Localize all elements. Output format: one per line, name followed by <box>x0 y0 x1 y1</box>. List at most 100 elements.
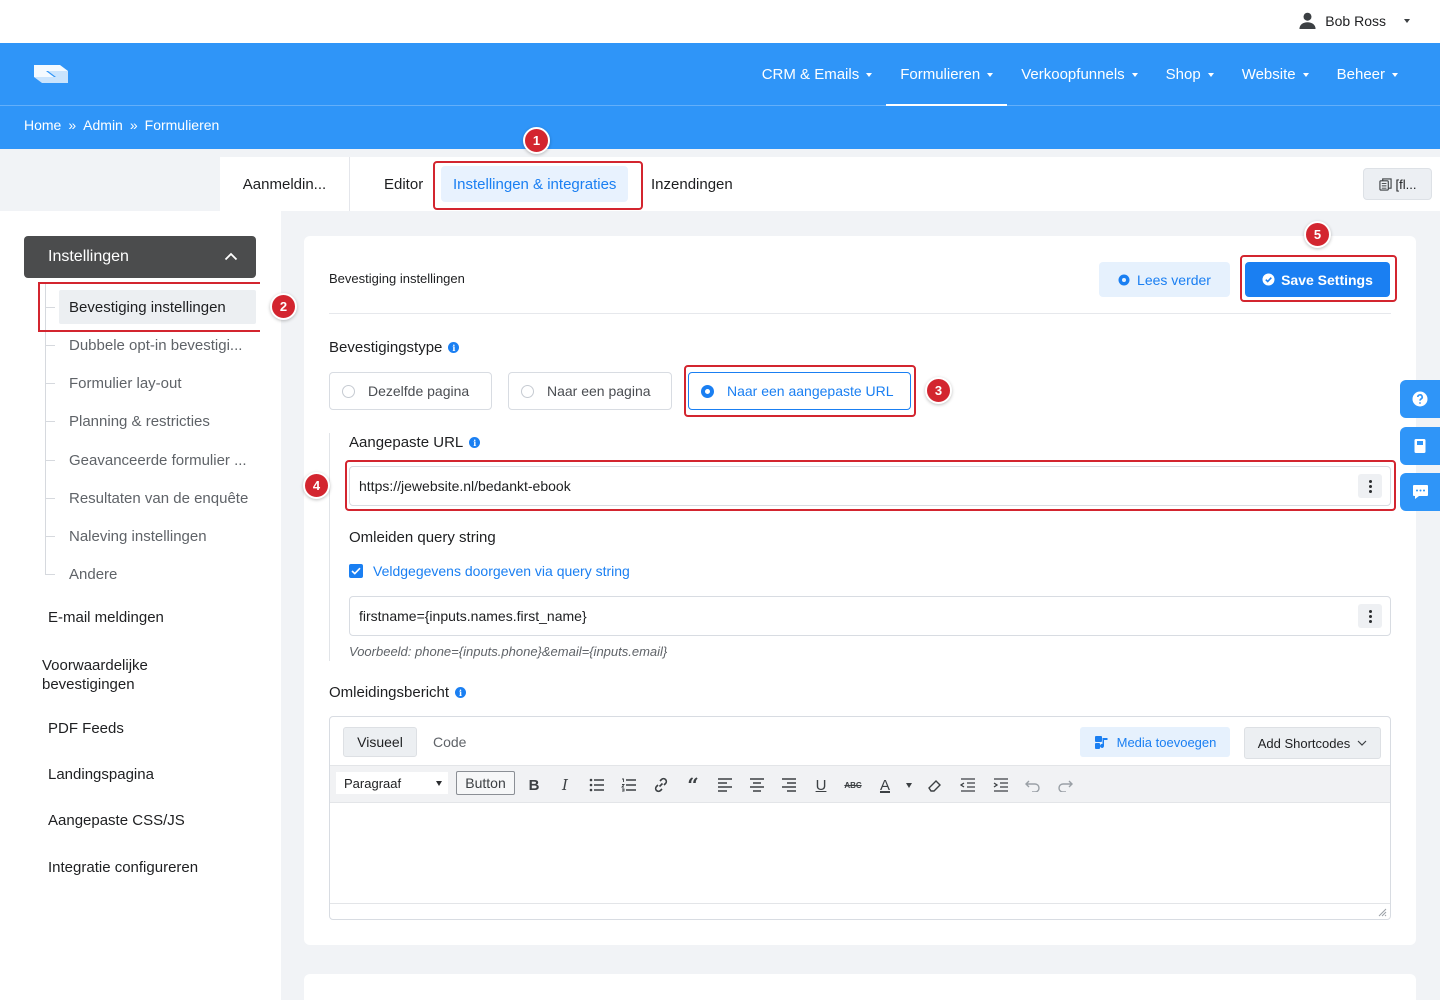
redo-icon[interactable] <box>1056 776 1074 794</box>
add-shortcodes-button[interactable]: Add Shortcodes <box>1244 727 1381 759</box>
check-circle-icon <box>1262 273 1275 286</box>
sidebar-item-pdf[interactable]: PDF Feeds <box>48 720 124 737</box>
sidebar-item-survey[interactable]: Resultaten van de enquête <box>59 481 248 515</box>
paragraph-select[interactable]: Paragraaf <box>336 772 448 794</box>
chat-button[interactable] <box>1400 473 1440 511</box>
breadcrumb: Home » Admin » Formulieren <box>24 117 219 133</box>
query-string-value: firstname={inputs.names.first_name} <box>359 608 587 624</box>
query-string-label: Omleiden query string <box>349 529 496 546</box>
bold-icon[interactable]: B <box>525 776 543 794</box>
caret-down-icon <box>1392 73 1398 77</box>
custom-url-input[interactable]: https://jewebsite.nl/bedankt-ebook <box>349 466 1391 506</box>
sidebar-item-bevestiging[interactable]: Bevestiging instellingen <box>59 290 256 324</box>
eraser-icon[interactable] <box>926 776 944 794</box>
caret-down-icon[interactable] <box>900 776 918 794</box>
resize-handle-icon[interactable] <box>1377 907 1387 917</box>
radio-label: Naar een aangepaste URL <box>727 383 894 399</box>
nav-item-shop[interactable]: Shop <box>1152 43 1228 106</box>
numbered-list-icon[interactable] <box>620 776 638 794</box>
form-tabs: Aanmeldin... Editor Instellingen & integ… <box>220 157 1440 211</box>
outdent-icon[interactable] <box>959 776 977 794</box>
align-center-icon[interactable] <box>748 776 766 794</box>
sidebar-item-integration[interactable]: Integratie configureren <box>48 859 198 876</box>
tab-settings[interactable]: Instellingen & integraties <box>441 166 629 202</box>
sidebar-item-email[interactable]: E-mail meldingen <box>48 609 164 626</box>
radio-circle <box>521 384 534 398</box>
italic-icon[interactable]: I <box>556 776 574 794</box>
link-icon[interactable] <box>652 776 670 794</box>
sidebar-item-planning[interactable]: Planning & restricties <box>59 404 210 438</box>
tree-branch <box>45 421 55 422</box>
indent-icon[interactable] <box>992 776 1010 794</box>
tab-editor[interactable]: Editor <box>384 157 423 211</box>
section-indent-line <box>329 433 330 661</box>
docs-button[interactable] <box>1400 427 1440 465</box>
editor-resize-bar[interactable] <box>330 903 1390 919</box>
nav-item-verkoopfunnels[interactable]: Verkoopfunnels <box>1007 43 1151 106</box>
nav-item-formulieren[interactable]: Formulieren <box>886 43 1008 106</box>
sidebar-item-css-js[interactable]: Aangepaste CSS/JS <box>48 812 185 829</box>
blockquote-icon[interactable]: “ <box>684 773 702 797</box>
tab-form-name[interactable]: Aanmeldin... <box>220 157 350 211</box>
breadcrumb-formulieren[interactable]: Formulieren <box>145 117 220 133</box>
help-button[interactable] <box>1400 380 1440 418</box>
sidebar-item-compliance[interactable]: Naleving instellingen <box>59 519 207 553</box>
kebab-icon[interactable] <box>1358 474 1382 498</box>
custom-url-value: https://jewebsite.nl/bedankt-ebook <box>359 478 571 494</box>
chat-icon <box>1412 485 1428 499</box>
checkbox-icon[interactable] <box>349 564 363 578</box>
info-icon[interactable]: i <box>469 437 481 448</box>
info-icon[interactable]: i <box>455 687 467 698</box>
strikethrough-icon[interactable]: ABC <box>844 776 862 794</box>
user-menu[interactable]: Bob Ross <box>1298 11 1410 30</box>
query-string-input[interactable]: firstname={inputs.names.first_name} <box>349 596 1391 636</box>
settings-card: Bevestiging instellingen Lees verder Sav… <box>304 236 1416 945</box>
nav-item-beheer[interactable]: Beheer <box>1323 43 1412 106</box>
annotation-badge-2: 2 <box>270 293 297 320</box>
logo-icon[interactable] <box>26 57 76 91</box>
underline-icon[interactable]: U <box>812 776 830 794</box>
button-tool[interactable]: Button <box>456 771 515 795</box>
editor-tab-code[interactable]: Code <box>433 734 466 750</box>
breadcrumb-separator: » <box>68 117 77 133</box>
nav-item-website[interactable]: Website <box>1228 43 1323 106</box>
radio-to-page[interactable]: Naar een pagina <box>508 372 672 410</box>
sidebar-item-layout[interactable]: Formulier lay-out <box>59 366 182 400</box>
text-color-icon[interactable]: A <box>876 776 894 794</box>
divider <box>329 313 1391 314</box>
align-right-icon[interactable] <box>780 776 798 794</box>
nav-item-crm[interactable]: CRM & Emails <box>748 43 887 106</box>
sidebar-item-landing[interactable]: Landingspagina <box>48 766 154 783</box>
sidebar-header-instellingen[interactable]: Instellingen <box>24 236 256 278</box>
sidebar-item-double-optin[interactable]: Dubbele opt-in bevestigi... <box>59 328 242 362</box>
tree-branch <box>45 345 55 346</box>
sidebar-item-other[interactable]: Andere <box>59 557 117 591</box>
undo-icon[interactable] <box>1024 776 1042 794</box>
breadcrumb-admin[interactable]: Admin <box>83 117 123 133</box>
caret-down-icon <box>1207 73 1214 77</box>
breadcrumb-home[interactable]: Home <box>24 117 61 133</box>
caret-down-icon <box>866 73 873 77</box>
bullet-list-icon[interactable] <box>588 776 606 794</box>
nav-label: CRM & Emails <box>761 66 860 83</box>
copy-icon <box>1378 177 1392 191</box>
radio-same-page[interactable]: Dezelfde pagina <box>329 372 492 410</box>
save-settings-label: Save Settings <box>1281 271 1373 288</box>
shortcode-copy-button[interactable]: [fl... <box>1363 168 1432 200</box>
radio-label: Naar een pagina <box>547 383 651 399</box>
kebab-icon[interactable] <box>1358 604 1382 628</box>
query-string-checkbox-row[interactable]: Veldgegevens doorgeven via query string <box>349 563 630 579</box>
sidebar-item-conditional[interactable]: Voorwaardelijke bevestigingen <box>42 656 192 694</box>
info-icon[interactable]: i <box>448 342 460 353</box>
radio-custom-url[interactable]: Naar een aangepaste URL <box>688 372 911 410</box>
read-more-button[interactable]: Lees verder <box>1099 262 1230 297</box>
tab-submissions[interactable]: Inzendingen <box>651 157 733 211</box>
save-settings-button[interactable]: Save Settings <box>1245 262 1390 297</box>
tree-branch <box>45 536 55 537</box>
editor-tab-visual[interactable]: Visueel <box>343 727 417 757</box>
align-left-icon[interactable] <box>716 776 734 794</box>
editor-toolbar: Paragraaf Button B I “ U ABC A <box>330 765 1390 803</box>
sidebar-item-advanced[interactable]: Geavanceerde formulier ... <box>59 443 247 477</box>
add-media-button[interactable]: Media toevoegen <box>1080 727 1230 757</box>
user-bar: Bob Ross <box>0 0 1440 43</box>
